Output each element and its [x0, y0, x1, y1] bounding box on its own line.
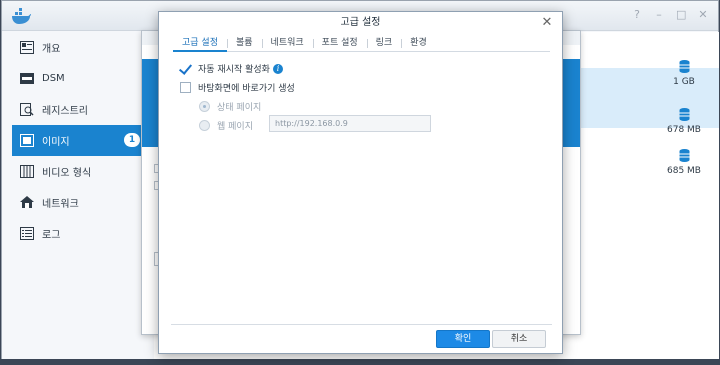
desktop-shortcut-option[interactable]: 바탕화면에 바로가기 생성 — [180, 81, 295, 94]
database-icon — [679, 108, 689, 121]
sidebar-item-label: 로그 — [42, 230, 61, 241]
info-icon[interactable]: i — [272, 63, 283, 74]
size-value: 1 GB — [673, 77, 695, 87]
tab-volume[interactable]: 볼륨 — [226, 34, 262, 52]
image-count-badge: 1 — [124, 133, 140, 147]
network-icon — [20, 196, 34, 208]
close-icon[interactable]: ✕ — [540, 16, 554, 30]
close-window-icon[interactable]: ✕ — [698, 9, 708, 21]
log-icon — [20, 227, 34, 240]
docker-whale-icon — [12, 8, 31, 24]
tab-environment[interactable]: 환경 — [401, 34, 436, 52]
wizard-right-band — [560, 59, 580, 147]
status-page-radio[interactable] — [199, 101, 210, 112]
ok-button[interactable]: 확인 — [436, 330, 490, 348]
sidebar-item-image[interactable]: 이미지 1 — [12, 125, 144, 156]
auto-restart-option[interactable]: 자동 재시작 활성화 i — [180, 62, 283, 75]
auto-restart-label: 자동 재시작 활성화 — [198, 65, 270, 75]
size-value: 678 MB — [667, 125, 701, 135]
sidebar-item-container[interactable]: 비디오 형식 — [12, 156, 144, 187]
auto-restart-checkbox[interactable] — [180, 63, 191, 74]
sidebar-item-label: 레지스트리 — [42, 106, 88, 117]
desktop-shortcut-label: 바탕화면에 바로가기 생성 — [198, 84, 295, 94]
image-size-3: 685 MB — [654, 149, 714, 176]
maximize-icon[interactable]: □ — [676, 9, 686, 21]
minimize-icon[interactable]: – — [654, 9, 664, 21]
sidebar-item-label: 네트워크 — [42, 199, 79, 210]
web-page-url-input[interactable]: http://192.168.0.9 — [269, 115, 431, 132]
sidebar-item-label: 이미지 — [42, 137, 70, 148]
status-page-label: 상태 페이지 — [217, 103, 262, 113]
tab-advanced-settings[interactable]: 고급 설정 — [173, 34, 227, 52]
image-size-1: 1 GB — [654, 60, 714, 87]
tab-port-settings[interactable]: 포트 설정 — [312, 34, 367, 52]
tab-bar: 고급 설정 볼륨 네트워크 포트 설정 링크 환경 — [173, 34, 550, 52]
sidebar: 개요 DSM 레지스트리 이미지 1 비디오 형식 네트워크 로그 — [2, 32, 154, 359]
dialog-title: 고급 설정 — [340, 17, 381, 28]
database-icon — [679, 60, 689, 73]
tab-network[interactable]: 네트워크 — [261, 34, 313, 52]
sidebar-item-label: 비디오 형식 — [42, 168, 92, 179]
advanced-settings-dialog: 고급 설정 ✕ 고급 설정 볼륨 네트워크 포트 설정 링크 환경 자동 재시작… — [158, 11, 563, 354]
container-icon — [20, 165, 34, 178]
sidebar-item-label: DSM — [42, 73, 65, 84]
sidebar-item-dsm[interactable]: DSM — [12, 63, 144, 94]
sidebar-item-overview[interactable]: 개요 — [12, 32, 144, 63]
size-value: 685 MB — [667, 166, 701, 176]
help-icon[interactable]: ? — [632, 9, 642, 21]
tab-links[interactable]: 링크 — [366, 34, 402, 52]
image-icon — [20, 134, 34, 147]
status-page-option[interactable]: 상태 페이지 — [199, 100, 261, 113]
desktop-shortcut-checkbox[interactable] — [180, 82, 191, 93]
web-page-radio[interactable] — [199, 120, 210, 131]
registry-icon — [20, 103, 34, 116]
dsm-icon — [20, 73, 34, 84]
sidebar-item-label: 개요 — [42, 44, 61, 55]
image-size-2: 678 MB — [654, 108, 714, 135]
footer-divider — [171, 324, 552, 325]
sidebar-item-log[interactable]: 로그 — [12, 218, 144, 249]
cancel-button[interactable]: 취소 — [492, 330, 546, 348]
database-icon — [679, 149, 689, 162]
sidebar-item-network[interactable]: 네트워크 — [12, 187, 144, 218]
web-page-option[interactable]: 웹 페이지 — [199, 119, 253, 132]
sidebar-item-registry[interactable]: 레지스트리 — [12, 94, 144, 125]
overview-icon — [20, 41, 34, 54]
web-page-label: 웹 페이지 — [217, 122, 253, 132]
